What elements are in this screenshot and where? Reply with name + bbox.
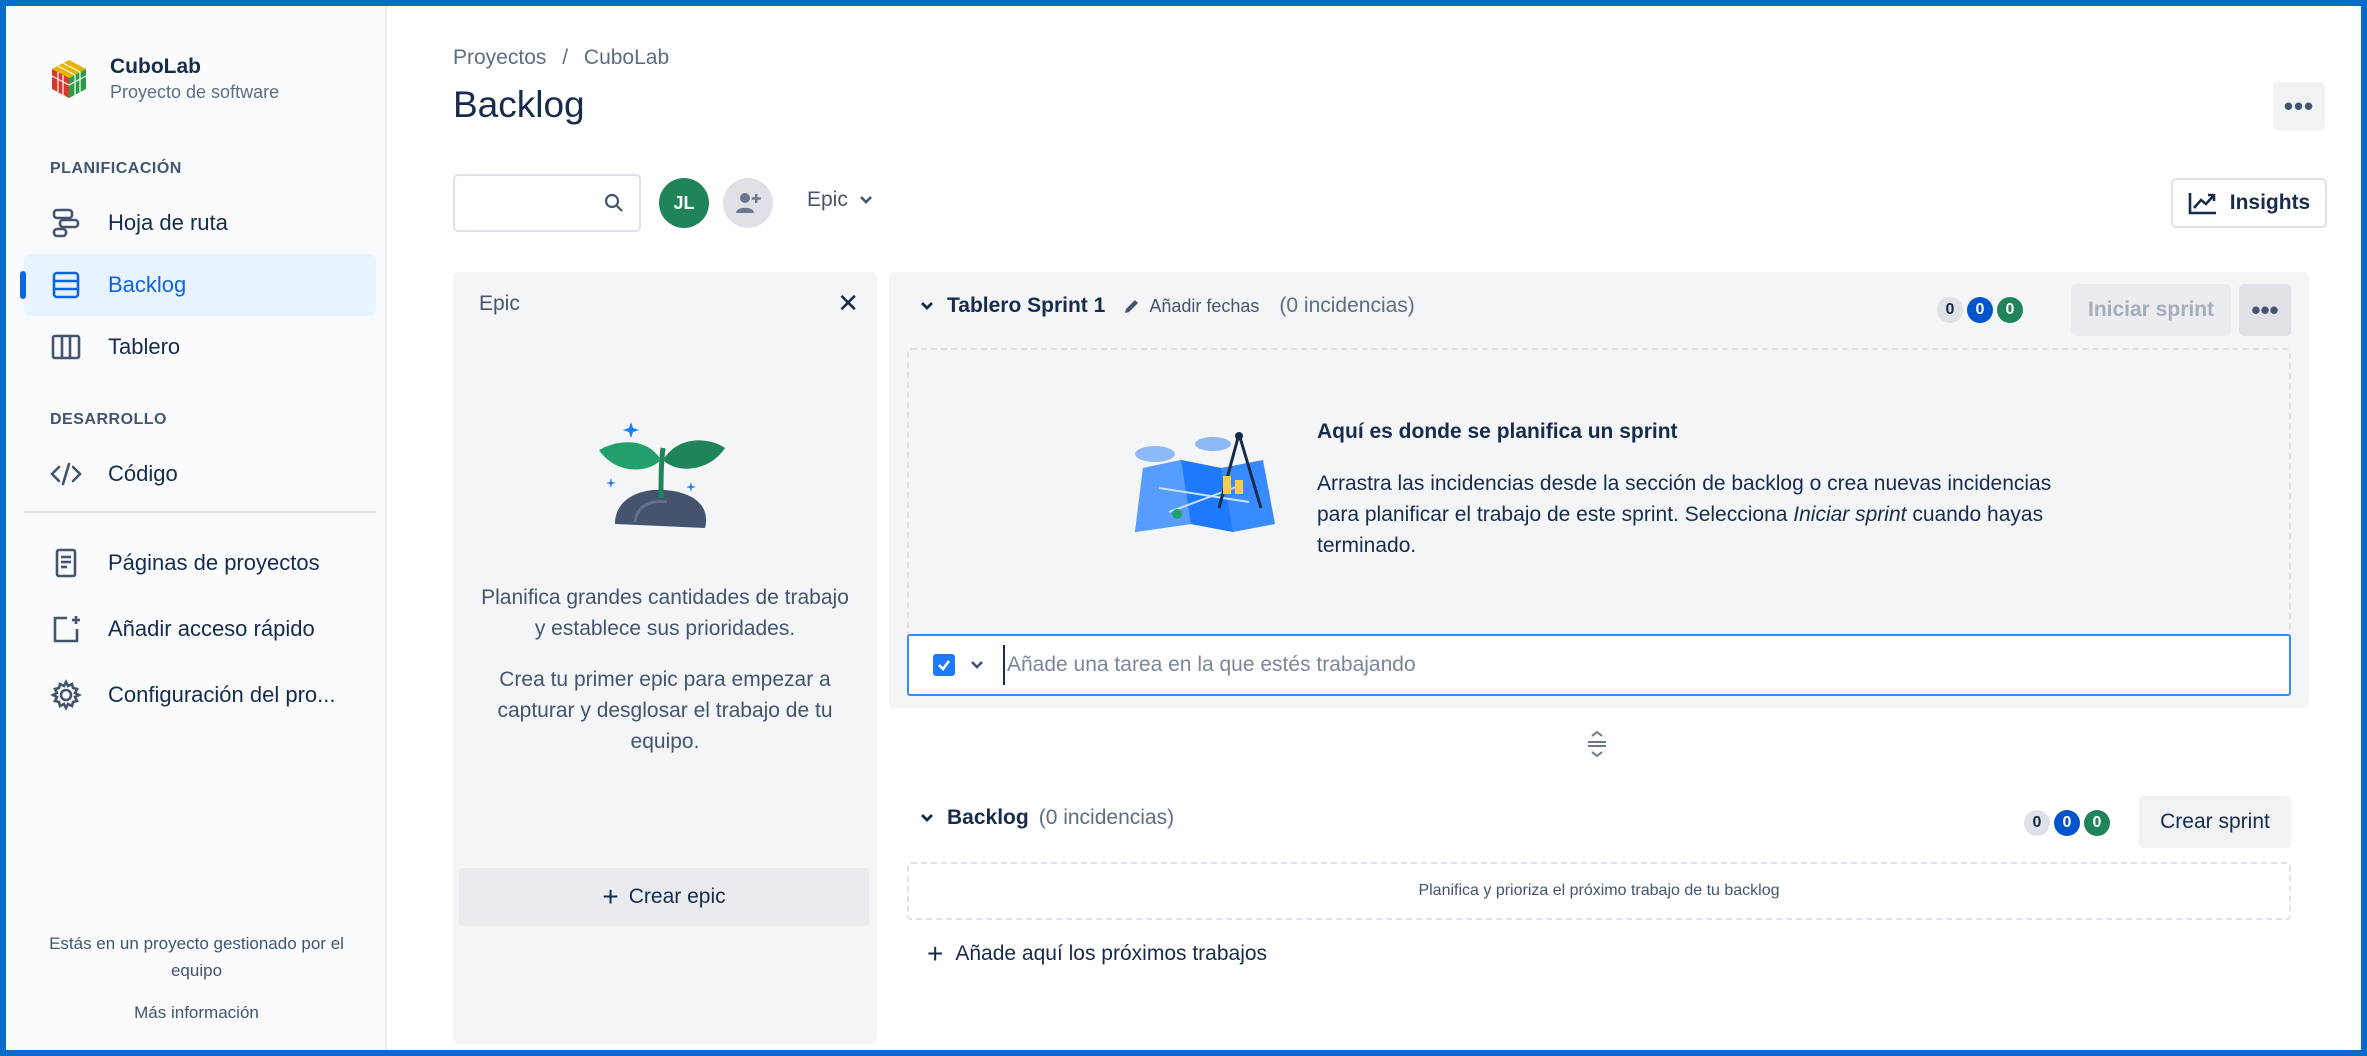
add-dates-button[interactable]: Añadir fechas (1123, 296, 1259, 317)
create-epic-button[interactable]: + Crear epic (459, 868, 869, 926)
breadcrumb-project[interactable]: CuboLab (584, 46, 669, 69)
add-dates-label: Añadir fechas (1149, 295, 1260, 316)
create-sprint-button[interactable]: Crear sprint (2139, 796, 2291, 848)
sprint-empty-state: Aquí es donde se planifica un sprint Arr… (907, 348, 2291, 638)
close-icon[interactable]: ✕ (837, 288, 859, 319)
epic-panel: Epic ✕ Planifica grandes cantidades de t… (453, 272, 877, 1044)
plus-icon: + (927, 938, 944, 969)
board-icon (48, 329, 84, 365)
status-badge-done: 0 (1997, 297, 2023, 323)
sidebar: CuboLab Proyecto de software PLANIFICACI… (6, 6, 387, 1050)
backlog-name: Backlog (947, 806, 1029, 829)
add-next-work-label: Añade aquí los próximos trabajos (955, 942, 1268, 965)
sprint-empty-body-em: Iniciar sprint (1793, 503, 1907, 526)
chevron-down-icon[interactable] (919, 298, 935, 314)
insights-chart-icon (2188, 193, 2216, 215)
status-badge-in-progress: 0 (1967, 297, 1993, 323)
sprint-more-actions-button[interactable]: ••• (2239, 284, 2291, 336)
add-people-button[interactable] (723, 178, 773, 228)
epic-description-2: Crea tu primer epic para empezar a captu… (497, 668, 833, 753)
epic-filter-label: Epic (807, 188, 848, 211)
task-type-checkbox-icon[interactable] (933, 654, 955, 676)
page-title: Backlog (453, 84, 585, 125)
create-issue-input[interactable] (1003, 645, 2289, 685)
sidebar-item-label: Configuración del pro... (108, 682, 336, 707)
sidebar-item-project-pages[interactable]: Páginas de proyectos (24, 532, 376, 594)
epic-description-1: Planifica grandes cantidades de trabajo … (481, 586, 849, 640)
avatar[interactable]: JL (659, 178, 709, 228)
sprint-empty-title: Aquí es donde se planifica un sprint (1317, 420, 1678, 443)
main-content: Proyectos / CuboLab Backlog ••• JL Epic … (387, 6, 2361, 1050)
sidebar-divider (24, 511, 376, 513)
app-window: CuboLab Proyecto de software PLANIFICACI… (6, 6, 2361, 1050)
section-dev-label: DESARROLLO (50, 411, 167, 428)
breadcrumb-separator: / (562, 46, 569, 69)
pencil-icon (1125, 300, 1139, 313)
epic-panel-title: Epic (479, 292, 520, 315)
chevron-down-icon (859, 196, 872, 204)
backlog-status-badges: 0 0 0 (2020, 810, 2110, 836)
backlog-issue-count: (0 incidencias) (1038, 806, 1175, 829)
status-badge-todo: 0 (1937, 297, 1963, 323)
roadmap-icon (48, 205, 84, 241)
search-icon (604, 193, 623, 212)
chevron-down-icon[interactable] (919, 810, 935, 826)
shortcut-icon (48, 611, 84, 647)
sidebar-footer-text: Estás en un proyecto gestionado por el e… (49, 934, 344, 980)
breadcrumb-projects[interactable]: Proyectos (453, 46, 546, 69)
status-badge-in-progress: 0 (2054, 810, 2080, 836)
project-name: CuboLab (110, 55, 201, 78)
backlog-icon (48, 267, 84, 303)
backlog-empty-state: Planifica y prioriza el próximo trabajo … (907, 862, 2291, 920)
sidebar-item-backlog[interactable]: Backlog (20, 254, 376, 316)
epic-filter-dropdown[interactable]: Epic (807, 188, 874, 212)
project-logo-icon (51, 60, 87, 98)
create-issue-row (907, 634, 2291, 696)
status-badge-done: 0 (2084, 810, 2110, 836)
create-epic-label: Crear epic (628, 885, 726, 908)
sprint-empty-body: Arrastra las incidencias desde la secció… (1317, 468, 2077, 561)
sidebar-item-label: Backlog (108, 272, 187, 297)
pages-icon (48, 545, 84, 581)
breadcrumb: Proyectos / CuboLab (453, 46, 679, 70)
project-header[interactable]: CuboLab Proyecto de software (48, 54, 279, 104)
plus-icon: + (602, 881, 619, 912)
learn-more-link[interactable]: Más información (6, 999, 387, 1026)
project-type: Proyecto de software (110, 82, 280, 102)
start-sprint-button[interactable]: Iniciar sprint (2071, 284, 2231, 336)
sidebar-item-project-settings[interactable]: Configuración del pro... (24, 664, 376, 726)
add-person-icon (736, 193, 761, 213)
search-field[interactable] (453, 174, 641, 232)
sidebar-item-add-shortcut[interactable]: Añadir acceso rápido (24, 598, 376, 660)
sprint-header: Tablero Sprint 1 Añadir fechas (0 incide… (919, 294, 1415, 318)
sprint-status-badges: 0 0 0 (1933, 297, 2023, 323)
sidebar-item-label: Tablero (108, 334, 181, 359)
sidebar-item-label: Código (108, 461, 178, 486)
sprint-panel: Tablero Sprint 1 Añadir fechas (0 incide… (889, 272, 2309, 708)
sidebar-item-label: Hoja de ruta (108, 210, 228, 235)
sprint-planning-illustration (1135, 432, 1275, 532)
gear-icon (48, 677, 84, 713)
code-icon (48, 456, 84, 492)
status-badge-todo: 0 (2024, 810, 2050, 836)
section-planning-label: PLANIFICACIÓN (50, 160, 182, 177)
sprint-name[interactable]: Tablero Sprint 1 (947, 294, 1105, 318)
sidebar-item-roadmap[interactable]: Hoja de ruta (24, 192, 376, 254)
sidebar-item-label: Añadir acceso rápido (108, 616, 315, 641)
sidebar-item-label: Páginas de proyectos (108, 550, 320, 575)
backlog-header: Backlog (0 incidencias) (919, 806, 1174, 830)
sidebar-item-code[interactable]: Código (24, 443, 376, 505)
insights-label: Insights (2229, 191, 2311, 214)
add-next-work-button[interactable]: + Añade aquí los próximos trabajos (927, 938, 1267, 970)
sidebar-item-board[interactable]: Tablero (24, 316, 376, 378)
plant-illustration (599, 422, 725, 528)
resize-handle-icon[interactable] (1585, 730, 1609, 758)
insights-button[interactable]: Insights (2171, 178, 2327, 228)
page-more-actions-button[interactable]: ••• (2273, 82, 2325, 130)
search-input[interactable] (465, 176, 605, 230)
sprint-issue-count: (0 incidencias) (1279, 294, 1415, 317)
chevron-down-icon[interactable] (969, 657, 985, 673)
